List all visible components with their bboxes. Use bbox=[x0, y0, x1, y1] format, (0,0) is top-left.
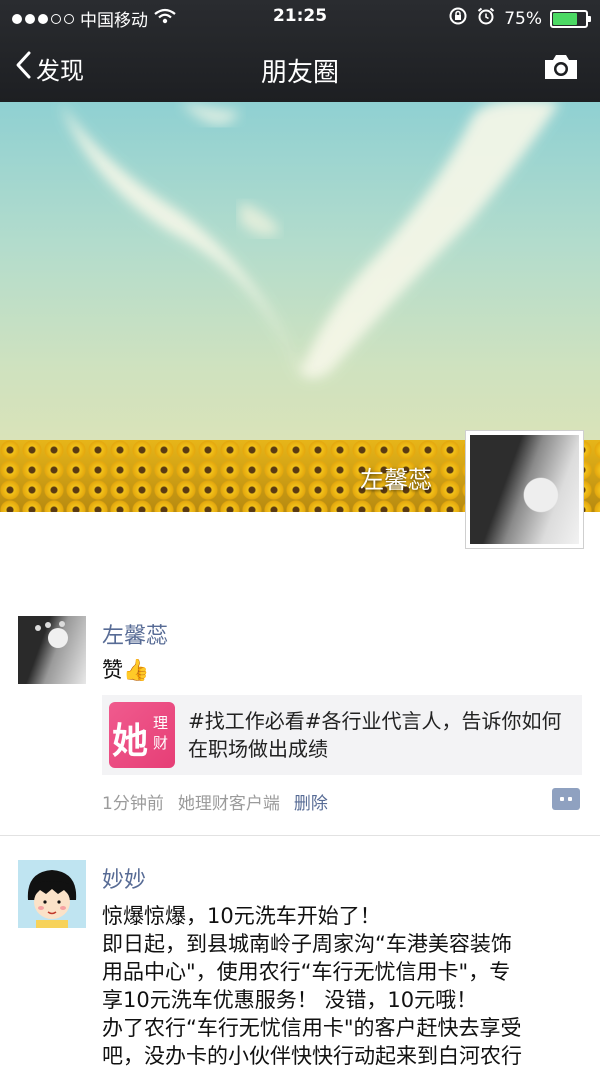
battery-icon bbox=[550, 9, 591, 28]
delete-button[interactable]: 删除 bbox=[294, 789, 328, 814]
shared-link-title: #找工作必看#各行业代言人，告诉你如何在职场做出成绩 bbox=[188, 709, 562, 761]
post-avatar[interactable] bbox=[18, 860, 86, 928]
cloud-heart-image bbox=[60, 102, 560, 379]
post-text-line: 用品中心"，使用农行“车行无忧信用卡"，专 bbox=[102, 960, 511, 984]
post-meta: 1分钟前 她理财客户端 删除 bbox=[102, 789, 328, 814]
post-divider bbox=[0, 835, 600, 836]
page-title: 朋友圈 bbox=[260, 58, 339, 88]
alarm-icon bbox=[476, 6, 496, 31]
orientation-lock-icon bbox=[448, 6, 468, 31]
post-text-line: 惊爆惊爆，10元洗车开始了！ bbox=[102, 904, 381, 928]
status-right: 75% bbox=[448, 6, 591, 31]
app-icon-small-1: 理 bbox=[153, 714, 169, 732]
my-avatar[interactable] bbox=[465, 430, 584, 549]
she-licai-app-icon: 她 理 财 bbox=[109, 702, 175, 768]
shared-link-card[interactable]: 她 理 财 #找工作必看#各行业代言人，告诉你如何在职场做出成绩 bbox=[102, 695, 582, 775]
top-bar: 中国移动 21:25 75% 发现 朋友圈 bbox=[0, 0, 600, 102]
app-icon-small-2: 财 bbox=[153, 734, 169, 752]
post-source[interactable]: 她理财客户端 bbox=[178, 789, 280, 814]
app-icon-char: 她 bbox=[112, 721, 149, 762]
camera-button[interactable] bbox=[542, 52, 580, 86]
post-text-line: 办了农行“车行无忧信用卡"的客户赶快去享受 bbox=[102, 1016, 522, 1040]
nav-bar: 发现 朋友圈 bbox=[0, 36, 600, 102]
battery-percent: 75% bbox=[504, 8, 542, 29]
comment-icon[interactable] bbox=[552, 788, 580, 810]
cover-username: 左馨蕊 bbox=[360, 466, 432, 494]
post-text: 赞👍 bbox=[102, 658, 150, 682]
avatar-image bbox=[470, 435, 579, 544]
post-username[interactable]: 左馨蕊 bbox=[102, 618, 168, 650]
status-bar: 中国移动 21:25 75% bbox=[0, 0, 600, 34]
post-text-line: 吧，没办卡的小伙伴快快行动起来到白河农行 bbox=[102, 1044, 522, 1067]
post-text-line: 即日起，到县城南岭子周家沟“车港美容装饰 bbox=[102, 932, 512, 956]
battery-level-fill bbox=[553, 12, 577, 25]
post-text-line: 享10元洗车优惠服务！ 没错，10元哦！ bbox=[102, 988, 478, 1012]
post-username[interactable]: 妙妙 bbox=[102, 862, 146, 894]
post-time: 1分钟前 bbox=[102, 794, 164, 814]
camera-icon bbox=[542, 55, 580, 86]
post-avatar[interactable] bbox=[18, 616, 86, 684]
